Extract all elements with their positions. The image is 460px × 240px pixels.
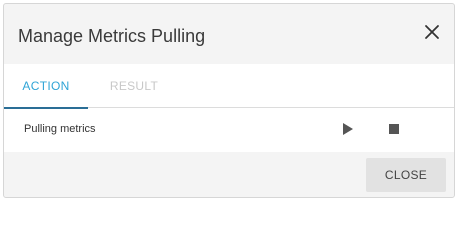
pulling-metrics-label: Pulling metrics	[24, 123, 96, 135]
tab-result[interactable]: RESULT	[98, 64, 170, 108]
manage-metrics-dialog: Manage Metrics Pulling ACTION RESULT Pul…	[3, 3, 455, 198]
dialog-title: Manage Metrics Pulling	[18, 26, 206, 46]
dialog-header: Manage Metrics Pulling	[4, 4, 454, 64]
pulling-metrics-row: Pulling metrics	[4, 108, 454, 152]
stop-icon[interactable]	[388, 124, 400, 136]
tab-action[interactable]: ACTION	[4, 64, 88, 109]
dialog-footer: CLOSE	[4, 152, 454, 197]
dialog-content: ACTION RESULT Pulling metrics	[4, 64, 454, 152]
tab-action-label: ACTION	[22, 79, 70, 93]
play-icon[interactable]	[342, 123, 354, 135]
close-x-icon[interactable]	[424, 24, 440, 40]
tab-result-label: RESULT	[109, 79, 159, 93]
close-button[interactable]: CLOSE	[366, 158, 446, 192]
tab-bar: ACTION RESULT	[4, 64, 454, 109]
